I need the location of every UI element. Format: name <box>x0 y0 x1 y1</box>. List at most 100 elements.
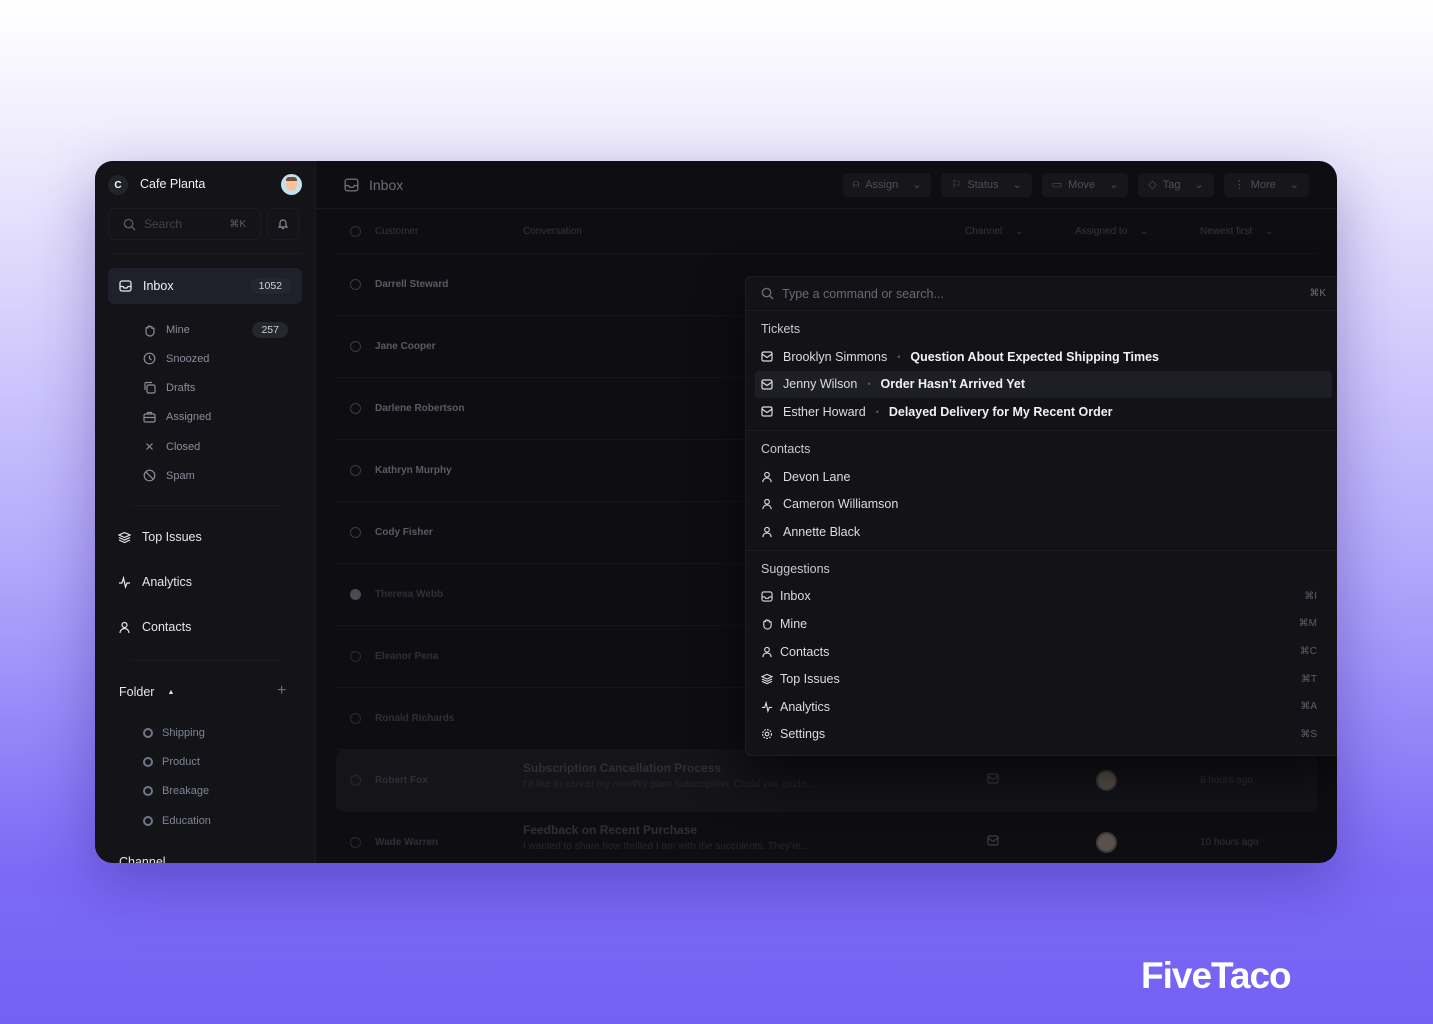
suggestion-item[interactable]: Inbox ⌘I <box>755 583 1332 611</box>
customer-name: Robert Fox <box>375 775 428 786</box>
suggestion-item[interactable]: Analytics ⌘A <box>755 693 1332 721</box>
status-button[interactable]: ⚐ Status ⌄ <box>941 172 1032 197</box>
suggestion-item[interactable]: Contacts ⌘C <box>755 638 1332 666</box>
chevron-down-icon: ⌄ <box>1012 179 1022 191</box>
row-checkbox[interactable] <box>350 279 361 290</box>
sidebar-item-label: Analytics <box>142 575 193 589</box>
ticket-result[interactable]: Jenny Wilson • Order Hasn’t Arrived Yet <box>755 370 1332 399</box>
contact-result[interactable]: Annette Black <box>755 518 1332 546</box>
sidebar-item-label: Spam <box>166 469 195 482</box>
search-placeholder: Search <box>144 217 183 231</box>
sidebar-item-top-issues[interactable]: Top Issues <box>118 530 202 544</box>
column-assigned[interactable]: Assigned to ⌄ <box>1075 226 1148 237</box>
mail-icon <box>987 835 999 846</box>
command-placeholder: Type a command or search... <box>782 286 944 301</box>
ticket-result[interactable]: Brooklyn Simmons • Question About Expected… <box>755 343 1332 371</box>
more-button[interactable]: ⋮ More ⌄ <box>1223 172 1309 197</box>
column-customer: Customer <box>375 225 419 237</box>
command-search-input[interactable]: Type a command or search... ⌘K <box>746 277 1337 311</box>
mail-icon <box>761 351 773 362</box>
suggestion-item[interactable]: Top Issues ⌘T <box>755 665 1332 693</box>
suggestion-item[interactable]: Mine ⌘M <box>755 610 1332 638</box>
assign-button[interactable]: ⍝ Assign ⌄ <box>842 172 932 197</box>
chevron-down-icon: ⌄ <box>912 179 922 191</box>
sidebar-item-drafts[interactable]: Drafts <box>143 381 195 394</box>
ticket-subject: Order Hasn’t Arrived Yet <box>880 377 1026 392</box>
activity-icon <box>118 575 131 589</box>
sidebar-item-mine[interactable]: Mine 257 <box>143 322 288 338</box>
column-channel[interactable]: Channel ⌄ <box>965 226 1023 237</box>
user-icon <box>761 646 773 658</box>
row-time: 8 hours ago <box>1200 775 1253 786</box>
contact-result[interactable]: Cameron Williamson <box>755 490 1332 518</box>
ticket-result[interactable]: Esther Howard • Delayed Delivery for My Re… <box>755 398 1332 426</box>
folder-item[interactable]: Breakage <box>143 785 209 797</box>
row-checkbox-checked[interactable] <box>350 589 361 600</box>
row-checkbox[interactable] <box>350 713 361 724</box>
sidebar-item-closed[interactable]: Closed <box>143 440 200 453</box>
suggestion-label: Top Issues <box>780 672 840 687</box>
row-checkbox[interactable] <box>350 341 361 352</box>
table-row[interactable]: Wade Warren Feedback on Recent Purchase I … <box>336 812 1317 863</box>
customer-name: Cody Fisher <box>375 527 433 538</box>
inbox-icon <box>344 178 359 192</box>
inbox-icon <box>119 280 132 292</box>
ticket-subject: Question About Expected Shipping Times <box>910 349 1159 364</box>
sidebar-item-inbox[interactable]: Inbox 1052 <box>108 268 302 304</box>
circle-icon <box>143 757 153 767</box>
tag-button[interactable]: ◇ Tag ⌄ <box>1138 172 1214 197</box>
sidebar-item-analytics[interactable]: Analytics <box>118 575 192 589</box>
fivetaco-logo: FiveTaco <box>1141 955 1292 996</box>
add-folder-button[interactable]: + <box>277 682 286 700</box>
column-label: Channel <box>965 225 1003 237</box>
separator-dot: • <box>897 351 901 362</box>
move-button[interactable]: ▭ Move ⌄ <box>1041 172 1129 197</box>
row-checkbox[interactable] <box>350 527 361 538</box>
user-avatar[interactable] <box>281 174 302 195</box>
command-shortcut: ⌘K <box>1309 288 1326 299</box>
assignee-avatar[interactable] <box>1096 832 1117 853</box>
user-icon <box>761 471 773 483</box>
row-checkbox[interactable] <box>350 651 361 662</box>
folder-item[interactable]: Product <box>143 756 200 768</box>
row-checkbox[interactable] <box>350 837 361 848</box>
suggestion-item[interactable]: Settings ⌘S <box>755 721 1332 749</box>
circle-icon <box>143 728 153 738</box>
divider <box>108 253 303 254</box>
button-label: Move <box>1068 178 1096 191</box>
chevron-down-icon: ⌄ <box>1289 179 1299 191</box>
folder-item[interactable]: Shipping <box>143 727 205 739</box>
row-checkbox[interactable] <box>350 403 361 414</box>
sidebar-item-spam[interactable]: Spam <box>143 469 195 482</box>
customer-name: Darlene Robertson <box>375 403 465 414</box>
row-checkbox[interactable] <box>350 465 361 476</box>
search-icon <box>761 287 774 300</box>
workspace-name[interactable]: Cafe Planta <box>140 177 205 191</box>
notifications-button[interactable] <box>267 208 299 240</box>
assignee-avatar[interactable] <box>1096 770 1117 791</box>
channel-section-toggle[interactable]: Channel <box>119 855 166 863</box>
suggestions-heading: Suggestions <box>761 561 830 576</box>
sidebar-item-contacts[interactable]: Contacts <box>118 620 191 634</box>
folder-section-toggle[interactable]: Folder ▲ <box>119 685 174 699</box>
sidebar-item-label: Mine <box>166 324 190 336</box>
tag-icon: ◇ <box>1148 179 1157 191</box>
workspace-avatar[interactable]: C <box>108 175 128 195</box>
column-conversation: Conversation <box>523 225 582 237</box>
layers-icon <box>118 531 131 544</box>
divider <box>746 549 1337 551</box>
sort-dropdown[interactable]: Newest first ⌄ <box>1200 226 1273 237</box>
select-all-checkbox[interactable] <box>350 225 361 237</box>
row-checkbox[interactable] <box>350 775 361 786</box>
sidebar-item-snoozed[interactable]: Snoozed <box>143 352 209 365</box>
table-row[interactable]: Robert Fox Subscription Cancellation Proc… <box>336 750 1317 812</box>
search-input[interactable]: Search ⌘K <box>108 208 261 240</box>
folder-item[interactable]: Education <box>143 815 211 827</box>
chevron-down-icon: ⌄ <box>1140 225 1149 237</box>
separator-dot: • <box>875 406 879 417</box>
conversation-preview: I wanted to share how thrilled I am with… <box>523 841 810 852</box>
divider <box>130 505 280 506</box>
contact-result[interactable]: Devon Lane <box>755 463 1332 491</box>
chevron-down-icon: ⌄ <box>1194 179 1204 191</box>
sidebar-item-assigned[interactable]: Assigned <box>143 410 211 423</box>
